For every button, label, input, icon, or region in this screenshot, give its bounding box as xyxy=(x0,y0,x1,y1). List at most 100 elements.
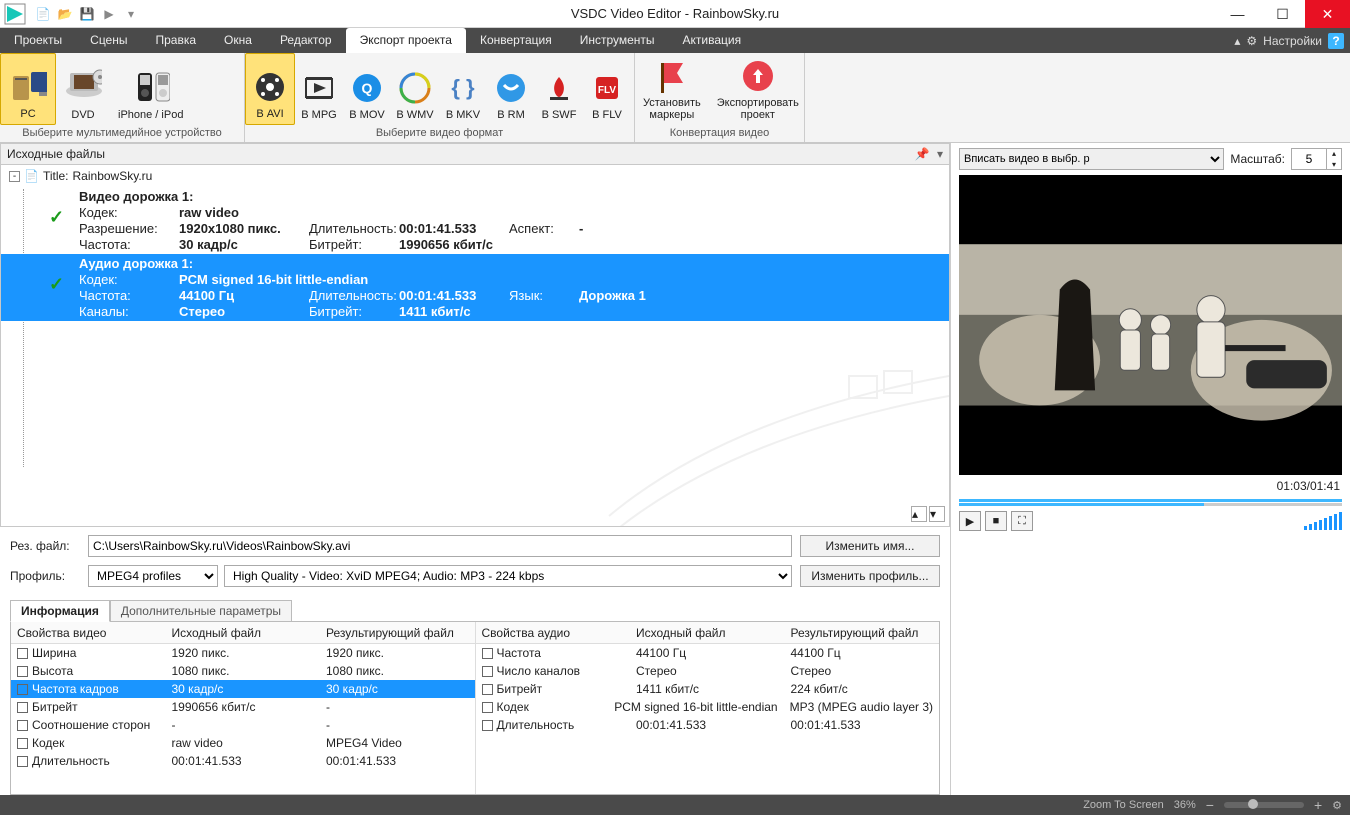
change-profile-button[interactable]: Изменить профиль... xyxy=(800,565,940,587)
help-icon[interactable]: ? xyxy=(1328,33,1344,49)
audio-props: Аудио дорожка 1: Кодек:PCM signed 16-bit… xyxy=(79,256,949,319)
zoom-in-icon[interactable]: + xyxy=(1314,797,1322,813)
prop-box-icon xyxy=(482,684,493,695)
format--swf[interactable]: В SWF xyxy=(535,53,583,125)
table-row[interactable]: Частота44100 Гц44100 Гц xyxy=(476,644,940,662)
video-props: Видео дорожка 1: Кодек:raw video Разреше… xyxy=(79,189,949,252)
zoom-label: Zoom To Screen xyxy=(1083,799,1164,811)
format-icon xyxy=(492,69,530,107)
format--mov[interactable]: QВ MOV xyxy=(343,53,391,125)
scroll-down-icon[interactable]: ▾ xyxy=(929,506,945,522)
qat-open-icon[interactable]: 📂 xyxy=(56,5,74,23)
table-row[interactable]: Частота кадров30 кадр/с30 кадр/с xyxy=(11,680,475,698)
maximize-button[interactable]: ☐ xyxy=(1260,0,1305,28)
format--wmv[interactable]: В WMV xyxy=(391,53,439,125)
scale-spinner[interactable]: ▴▾ xyxy=(1291,148,1342,170)
table-row[interactable]: Длительность00:01:41.53300:01:41.533 xyxy=(11,752,475,770)
table-row[interactable]: Кодекraw videoMPEG4 Video xyxy=(11,734,475,752)
player-controls: ▶ ■ ⛶ xyxy=(959,511,1342,531)
status-gear-icon[interactable]: ⚙ xyxy=(1332,799,1342,812)
table-row[interactable]: Битрейт1411 кбит/с224 кбит/с xyxy=(476,680,940,698)
qat-dropdown-icon[interactable]: ▾ xyxy=(122,5,140,23)
format--rm[interactable]: В RM xyxy=(487,53,535,125)
output-form: Рез. файл: Изменить имя... Профиль: MPEG… xyxy=(0,527,950,595)
table-row[interactable]: Высота1080 пикс.1080 пикс. xyxy=(11,662,475,680)
audio-track-block[interactable]: ✓ Аудио дорожка 1: Кодек:PCM signed 16-b… xyxy=(1,254,949,321)
change-name-button[interactable]: Изменить имя... xyxy=(800,535,940,557)
zoom-percent: 36% xyxy=(1174,799,1196,811)
menu-tab-4[interactable]: Редактор xyxy=(266,28,346,53)
tree-title-row[interactable]: - 📄 Title: RainbowSky.ru xyxy=(1,165,949,187)
device-dvd[interactable]: DVD xyxy=(56,53,110,125)
table-row[interactable]: Ширина1920 пикс.1920 пикс. xyxy=(11,644,475,662)
menu-tab-2[interactable]: Правка xyxy=(142,28,211,53)
collapse-icon[interactable]: - xyxy=(9,171,20,182)
settings-gear-icon[interactable]: ⚙ xyxy=(1246,34,1257,48)
volume-indicator[interactable] xyxy=(1304,512,1342,530)
device-pc[interactable]: PC xyxy=(0,53,56,125)
settings-label[interactable]: Настройки xyxy=(1263,34,1322,48)
prop-box-icon xyxy=(482,666,493,677)
format--mpg[interactable]: В MPG xyxy=(295,53,343,125)
spin-up-icon[interactable]: ▴ xyxy=(1327,148,1341,159)
fit-mode-select[interactable]: Вписать видео в выбр. р xyxy=(959,148,1224,170)
format--avi[interactable]: В AVI xyxy=(245,53,295,125)
format--mkv[interactable]: { }В MKV xyxy=(439,53,487,125)
tree-title-value: RainbowSky.ru xyxy=(73,169,153,183)
preset-select[interactable]: High Quality - Video: XviD MPEG4; Audio:… xyxy=(224,565,792,587)
tab-info[interactable]: Информация xyxy=(10,600,110,622)
video-track-block[interactable]: ✓ Видео дорожка 1: Кодек:raw video Разре… xyxy=(1,187,949,254)
menu-tab-8[interactable]: Активация xyxy=(669,28,756,53)
table-row[interactable]: Битрейт1990656 кбит/с- xyxy=(11,698,475,716)
close-button[interactable]: ✕ xyxy=(1305,0,1350,28)
qat-play-icon[interactable]: ▶ xyxy=(100,5,118,23)
ribbon-group-convert: Установить маркеры Экспортировать проект… xyxy=(635,53,805,142)
format-icon xyxy=(251,68,289,106)
prop-box-icon xyxy=(17,720,28,731)
menu-tab-7[interactable]: Инструменты xyxy=(566,28,669,53)
prop-box-icon xyxy=(17,756,28,767)
play-button[interactable]: ▶ xyxy=(959,511,981,531)
scale-label: Масштаб: xyxy=(1230,152,1285,166)
video-preview[interactable] xyxy=(959,175,1342,475)
quick-access-toolbar: 📄 📂 💾 ▶ ▾ xyxy=(30,5,140,23)
table-row[interactable]: Длительность00:01:41.53300:01:41.533 xyxy=(476,716,940,734)
minimize-button[interactable]: — xyxy=(1215,0,1260,28)
set-markers-button[interactable]: Установить маркеры xyxy=(635,53,709,125)
devices-caption: Выберите мультимедийное устройство xyxy=(0,125,244,142)
menu-tab-5[interactable]: Экспорт проекта xyxy=(346,28,466,53)
prop-box-icon xyxy=(482,648,493,659)
spin-down-icon[interactable]: ▾ xyxy=(1327,159,1341,170)
profile-select[interactable]: MPEG4 profiles xyxy=(88,565,218,587)
result-file-input[interactable] xyxy=(88,535,792,557)
zoom-out-icon[interactable]: − xyxy=(1206,797,1214,813)
qat-save-icon[interactable]: 💾 xyxy=(78,5,96,23)
format--flv[interactable]: FLVВ FLV xyxy=(583,53,631,125)
source-heading: Исходные файлы xyxy=(7,147,105,161)
menu-tab-1[interactable]: Сцены xyxy=(76,28,141,53)
qat-new-icon[interactable]: 📄 xyxy=(34,5,52,23)
menu-tab-0[interactable]: Проекты xyxy=(0,28,76,53)
fullscreen-button[interactable]: ⛶ xyxy=(1011,511,1033,531)
zoom-slider[interactable] xyxy=(1224,802,1304,808)
menu-tab-6[interactable]: Конвертация xyxy=(466,28,566,53)
table-row[interactable]: Соотношение сторон-- xyxy=(11,716,475,734)
dropdown-panel-icon[interactable]: ▾ xyxy=(931,145,949,163)
audio-header: Аудио дорожка 1: xyxy=(79,256,679,271)
main-area: Исходные файлы 📌 ▾ - 📄 Title: RainbowSky… xyxy=(0,143,1350,795)
device-iphone-ipod[interactable]: iPhone / iPod xyxy=(110,53,191,125)
table-row[interactable]: Число каналовСтереоСтерео xyxy=(476,662,940,680)
prop-box-icon xyxy=(17,738,28,749)
export-project-button[interactable]: Экспортировать проект xyxy=(709,53,807,125)
menu-tab-3[interactable]: Окна xyxy=(210,28,266,53)
pin-icon[interactable]: ▴ xyxy=(1234,34,1240,48)
tab-extra[interactable]: Дополнительные параметры xyxy=(110,600,292,622)
stop-button[interactable]: ■ xyxy=(985,511,1007,531)
scale-input[interactable] xyxy=(1292,152,1326,166)
scroll-up-icon[interactable]: ▴ xyxy=(911,506,927,522)
pin-panel-icon[interactable]: 📌 xyxy=(913,145,931,163)
seek-bar[interactable] xyxy=(959,499,1342,507)
check-icon: ✓ xyxy=(49,207,64,228)
table-row[interactable]: КодекPCM signed 16-bit little-endianMP3 … xyxy=(476,698,940,716)
svg-text:{ }: { } xyxy=(451,75,475,100)
